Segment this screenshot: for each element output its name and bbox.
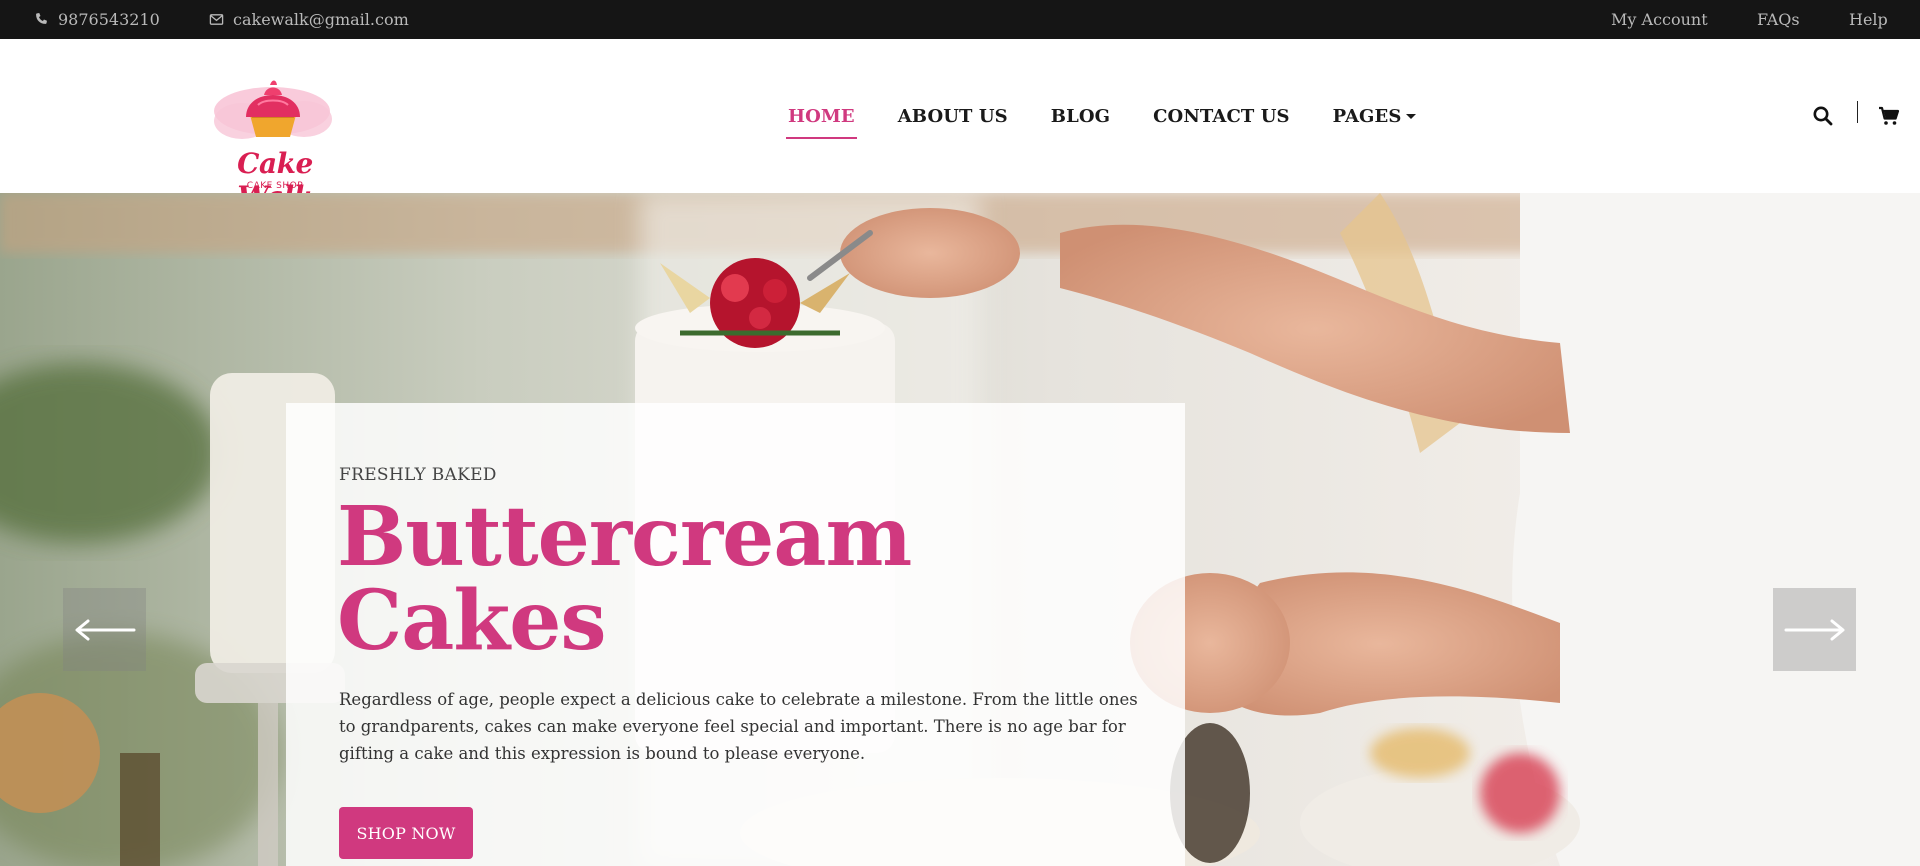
arrow-left-icon: [75, 619, 135, 640]
nav-pages-label: PAGES: [1332, 105, 1402, 127]
site-header: Cake Walk CAKE SHOP HOME ABOUT US BLOG C…: [0, 39, 1920, 213]
nav-pages-dropdown[interactable]: PAGES: [1324, 94, 1426, 138]
nav-about-us-label: ABOUT US: [897, 105, 1008, 127]
shop-now-button[interactable]: SHOP NOW: [339, 807, 473, 859]
slider-next-button[interactable]: [1773, 588, 1856, 671]
my-account-link[interactable]: My Account: [1611, 0, 1708, 39]
email-contact[interactable]: cakewalk@gmail.com: [209, 0, 409, 39]
caret-down-icon: [1406, 113, 1417, 119]
nav-contact-us[interactable]: CONTACT US: [1144, 94, 1299, 138]
phone-icon: [34, 12, 49, 27]
arrow-right-icon: [1784, 619, 1844, 640]
faqs-link[interactable]: FAQs: [1757, 0, 1800, 39]
site-logo[interactable]: Cake Walk CAKE SHOP: [202, 71, 348, 213]
nav-home[interactable]: HOME: [779, 94, 864, 139]
hero-content-panel: FRESHLY BAKED Buttercream Cakes Regardle…: [286, 403, 1185, 866]
phone-number: 9876543210: [58, 10, 160, 29]
search-icon: [1813, 106, 1833, 126]
header-icon-divider: [1857, 101, 1858, 123]
nav-blog-label: BLOG: [1050, 105, 1111, 127]
cart-icon: [1879, 106, 1900, 125]
hero-title-line2: Cakes: [337, 573, 607, 669]
main-nav: HOME ABOUT US BLOG CONTACT US PAGES: [779, 39, 1425, 193]
logo-tagline: CAKE SHOP: [246, 181, 304, 191]
hero-title: Buttercream Cakes: [337, 489, 912, 669]
help-link[interactable]: Help: [1849, 0, 1888, 39]
hero-description: Regardless of age, people expect a delic…: [339, 690, 1138, 763]
top-bar: 9876543210 cakewalk@gmail.com My Account…: [0, 0, 1920, 39]
hero-title-line1: Buttercream: [337, 489, 912, 585]
search-button[interactable]: [1812, 39, 1834, 193]
nav-blog[interactable]: BLOG: [1042, 94, 1119, 138]
email-address: cakewalk@gmail.com: [233, 10, 409, 29]
phone-contact[interactable]: 9876543210: [34, 0, 160, 39]
cart-button[interactable]: [1878, 39, 1900, 193]
nav-about-us[interactable]: ABOUT US: [889, 94, 1017, 138]
nav-home-label: HOME: [788, 105, 855, 127]
slider-prev-button[interactable]: [63, 588, 146, 671]
hero-kicker: FRESHLY BAKED: [339, 465, 497, 485]
hero-slider: FRESHLY BAKED Buttercream Cakes Regardle…: [0, 193, 1920, 866]
nav-contact-us-label: CONTACT US: [1153, 105, 1290, 127]
envelope-icon: [209, 12, 224, 27]
